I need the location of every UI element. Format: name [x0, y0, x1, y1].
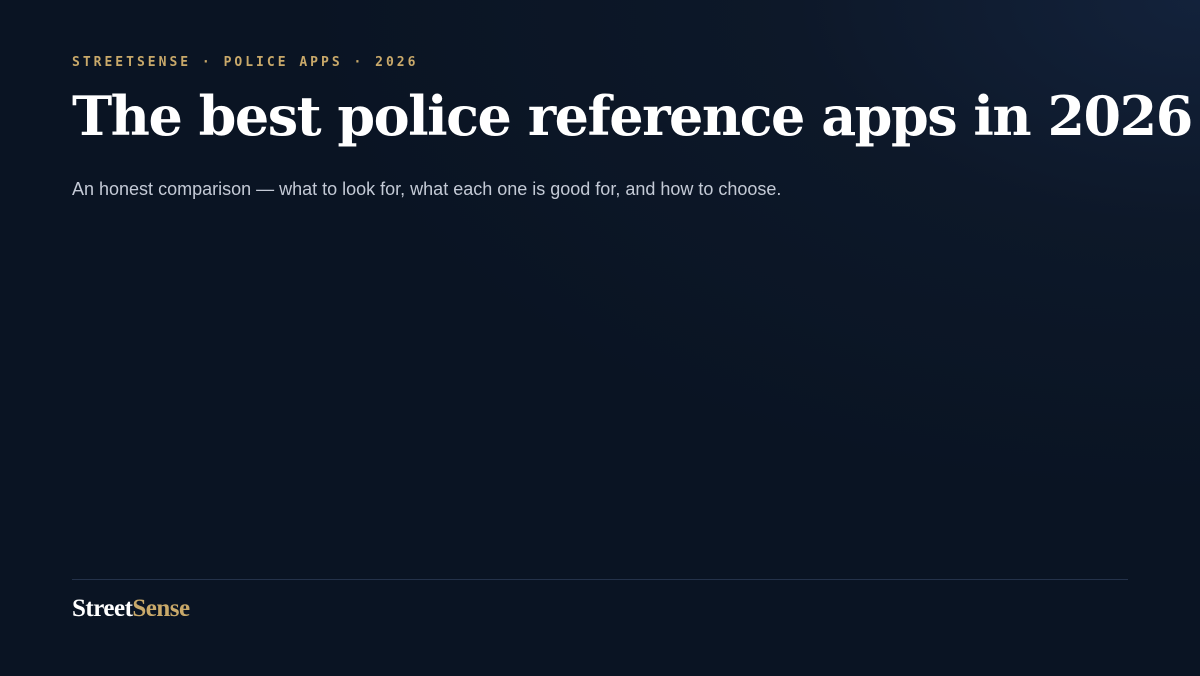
- brand-logo[interactable]: StreetSense: [72, 595, 190, 623]
- footer-divider: [72, 579, 1128, 580]
- brand-logo-sense: Sense: [132, 595, 190, 622]
- brand-logo-street: Street: [72, 595, 133, 622]
- subtitle: An honest comparison — what to look for,…: [72, 179, 782, 199]
- kicker: STREETSENSE · POLICE APPS · 2026: [72, 55, 419, 70]
- page-title: The best police reference apps in 2026: [72, 84, 1193, 148]
